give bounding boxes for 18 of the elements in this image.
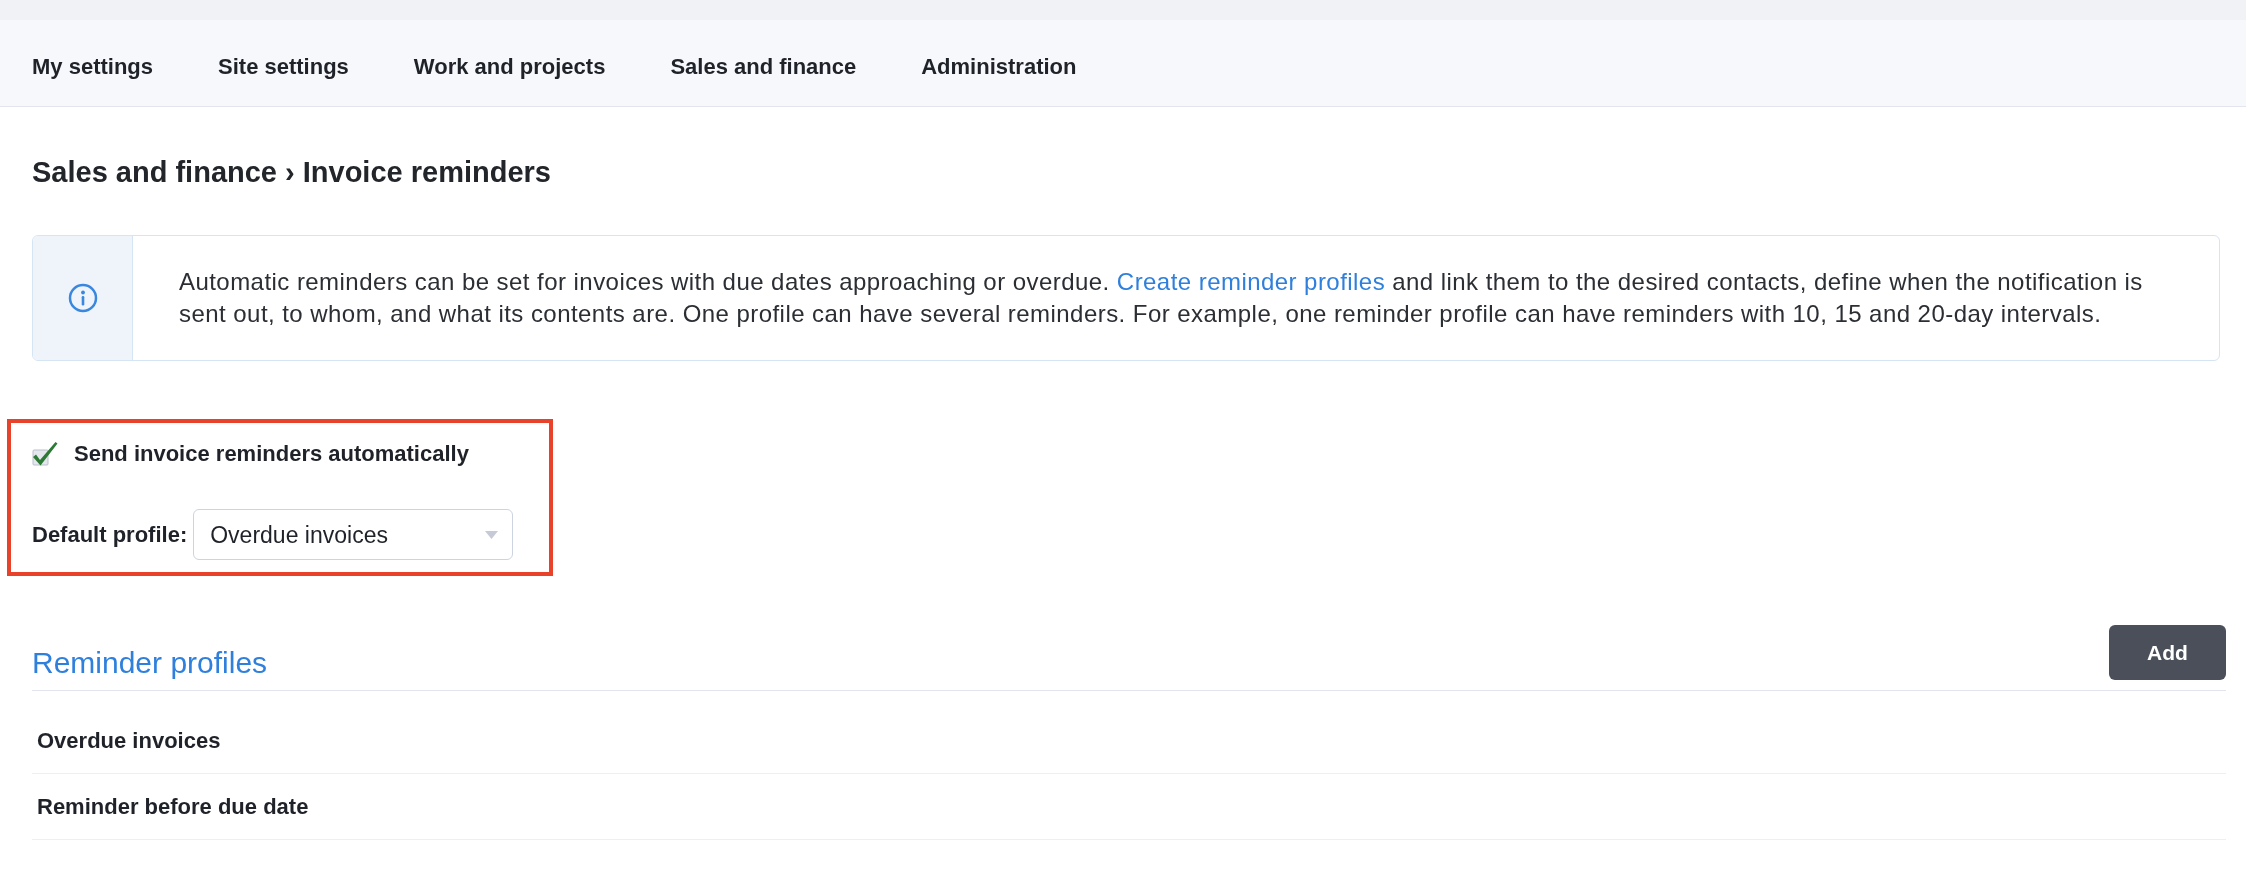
nav-link[interactable]: Work and projects <box>413 53 606 81</box>
add-button[interactable]: Add <box>2109 625 2226 680</box>
checkbox-label: Send invoice reminders automatically <box>74 441 469 467</box>
profile-name[interactable]: Overdue invoices <box>37 727 221 754</box>
field-label: Default profile: <box>32 521 188 548</box>
info-text: Automatic reminders can be set for invoices with due dates approaching or overdue. Create reminder profiles and link them to the desired contacts, define when the notification is sent out, to whom, and what its contents are. One profile can have several reminders. For example, one reminder profile can have reminders with 10, 15 and 20-day intervals. <box>178 267 2144 329</box>
profile-dropdown[interactable]: Overdue invoices <box>193 509 514 560</box>
info-icon <box>67 283 98 313</box>
nav-link[interactable]: My settings <box>32 53 154 81</box>
caret-icon <box>485 530 499 539</box>
create-profiles-link[interactable]: Create reminder profiles <box>1116 268 1386 295</box>
nav-link[interactable]: Sales and finance <box>670 53 857 81</box>
nav-link[interactable]: Site settings <box>218 53 349 81</box>
page-title: Sales and finance › Invoice reminders <box>32 155 552 190</box>
section-title: Reminder profiles <box>32 646 268 680</box>
checkbox[interactable] <box>32 441 58 467</box>
profile-name[interactable]: Reminder before due date <box>37 793 309 820</box>
nav-link[interactable]: Administration <box>921 53 1077 81</box>
